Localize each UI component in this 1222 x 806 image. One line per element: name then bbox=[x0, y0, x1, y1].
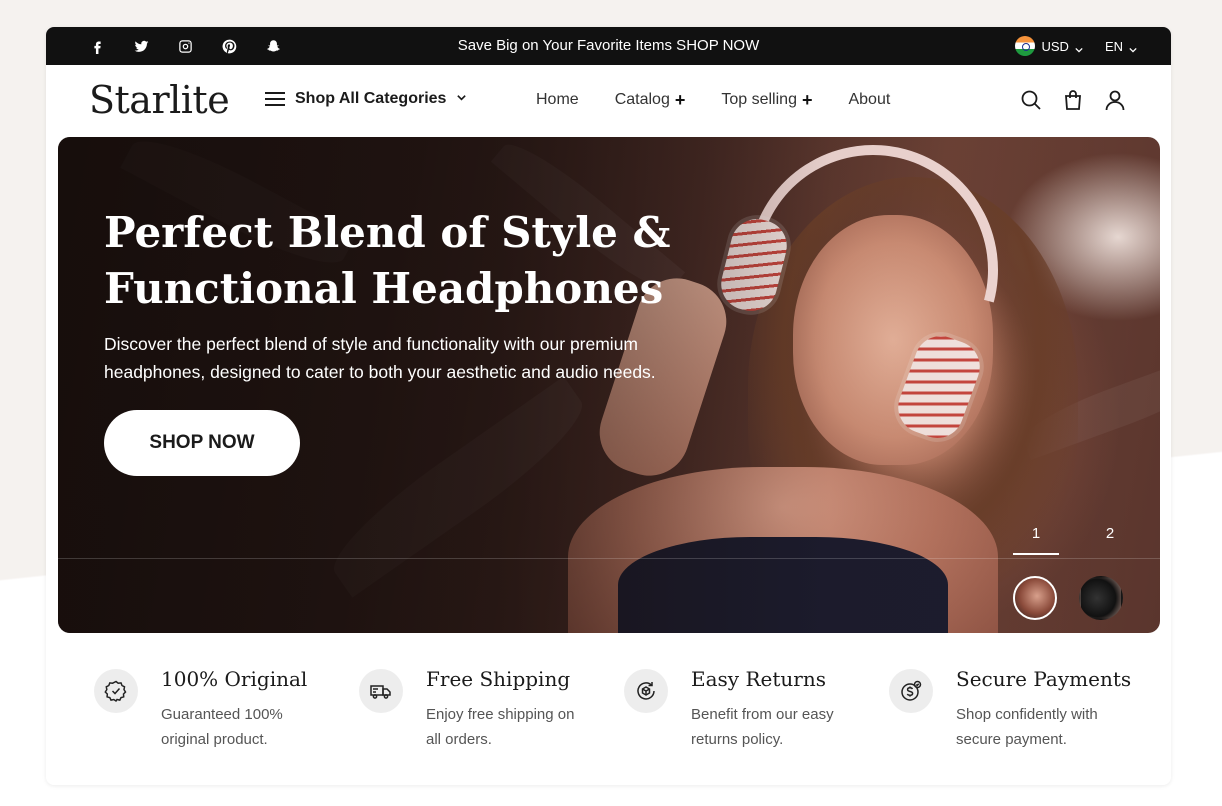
hamburger-icon bbox=[265, 92, 285, 106]
feature-desc: Shop confidently with secure payment. bbox=[956, 706, 1098, 748]
site-logo[interactable]: Starlite bbox=[89, 78, 230, 122]
nav-label: Home bbox=[536, 91, 579, 108]
india-flag-icon bbox=[1015, 36, 1036, 56]
return-box-icon bbox=[624, 669, 668, 713]
hero-subtitle-line: Discover the perfect blend of style and … bbox=[104, 334, 639, 354]
hero-title-line: Perfect Blend of Style & bbox=[104, 208, 671, 257]
feature-title: Secure Payments bbox=[956, 667, 1132, 691]
feature-returns: Easy Returns Benefit from our easy retur… bbox=[624, 667, 889, 767]
feature-payments: Secure Payments Shop confidently with se… bbox=[889, 667, 1154, 767]
feature-shipping: Free Shipping Enjoy free shipping on all… bbox=[359, 667, 624, 767]
slide-number-2[interactable]: 2 bbox=[1087, 525, 1133, 555]
feature-strip: 100% Original Guaranteed 100% original p… bbox=[94, 667, 1154, 767]
feature-desc: Enjoy free shipping on all orders. bbox=[426, 706, 575, 748]
hero-subtitle: Discover the perfect blend of style and … bbox=[104, 330, 744, 386]
feature-original: 100% Original Guaranteed 100% original p… bbox=[94, 667, 359, 767]
feature-title: Free Shipping bbox=[426, 667, 571, 691]
main-nav: Home Catalog + Top selling + About bbox=[536, 91, 890, 109]
slide-thumbnail-1[interactable] bbox=[1013, 576, 1057, 620]
feature-title: 100% Original bbox=[161, 667, 308, 691]
user-icon[interactable] bbox=[1103, 87, 1127, 113]
badge-check-icon bbox=[94, 669, 138, 713]
nav-label: Top selling bbox=[721, 91, 797, 108]
search-icon[interactable] bbox=[1019, 87, 1043, 113]
categories-label: Shop All Categories bbox=[295, 90, 447, 107]
hero-title-line: Functional Headphones bbox=[104, 264, 664, 313]
hero-subtitle-line: headphones, designed to cater to both yo… bbox=[104, 362, 656, 382]
hero-slider: Perfect Blend of Style & Functional Head… bbox=[58, 137, 1160, 633]
nav-home[interactable]: Home bbox=[536, 91, 579, 109]
slide-thumbnails bbox=[1013, 576, 1123, 620]
delivery-truck-icon bbox=[359, 669, 403, 713]
feature-desc: Benefit from our easy returns policy. bbox=[691, 706, 834, 748]
secure-payment-icon bbox=[889, 669, 933, 713]
currency-label: USD bbox=[1041, 38, 1069, 54]
currency-selector[interactable]: USD bbox=[1015, 36, 1083, 56]
site-header: Starlite Shop All Categories Home Catalo… bbox=[46, 65, 1171, 137]
slide-thumbnail-2[interactable] bbox=[1079, 576, 1123, 620]
promo-text[interactable]: Save Big on Your Favorite Items SHOP NOW bbox=[458, 37, 760, 54]
locale-selectors: USD EN bbox=[1015, 27, 1137, 65]
nav-label: Catalog bbox=[614, 91, 670, 108]
nav-about[interactable]: About bbox=[848, 91, 890, 109]
header-actions bbox=[1019, 87, 1127, 113]
nav-label: About bbox=[848, 91, 891, 108]
slide-number-1[interactable]: 1 bbox=[1013, 525, 1059, 555]
slide-pagination: 1 2 bbox=[1013, 525, 1133, 555]
categories-menu-button[interactable]: Shop All Categories bbox=[265, 90, 467, 108]
feature-title: Easy Returns bbox=[691, 667, 826, 691]
nav-top-selling[interactable]: Top selling + bbox=[721, 91, 812, 109]
shopping-bag-icon[interactable] bbox=[1061, 87, 1085, 113]
shop-now-button[interactable]: SHOP NOW bbox=[104, 410, 300, 476]
browser-frame: Save Big on Your Favorite Items SHOP NOW… bbox=[46, 27, 1171, 785]
language-label: EN bbox=[1104, 38, 1123, 54]
chevron-down-icon bbox=[1075, 42, 1083, 53]
announcement-bar: Save Big on Your Favorite Items SHOP NOW… bbox=[46, 27, 1171, 65]
plus-icon: + bbox=[674, 90, 686, 110]
chevron-down-icon bbox=[456, 90, 467, 108]
hero-title: Perfect Blend of Style & Functional Head… bbox=[104, 205, 704, 317]
feature-desc: Guaranteed 100% original product. bbox=[161, 706, 283, 748]
plus-icon: + bbox=[801, 90, 813, 110]
language-selector[interactable]: EN bbox=[1105, 39, 1137, 54]
hero-divider bbox=[58, 558, 1160, 559]
promo-banner: Save Big on Your Favorite Items SHOP NOW bbox=[46, 27, 1171, 65]
chevron-down-icon bbox=[1129, 42, 1137, 53]
nav-catalog[interactable]: Catalog + bbox=[615, 91, 686, 109]
